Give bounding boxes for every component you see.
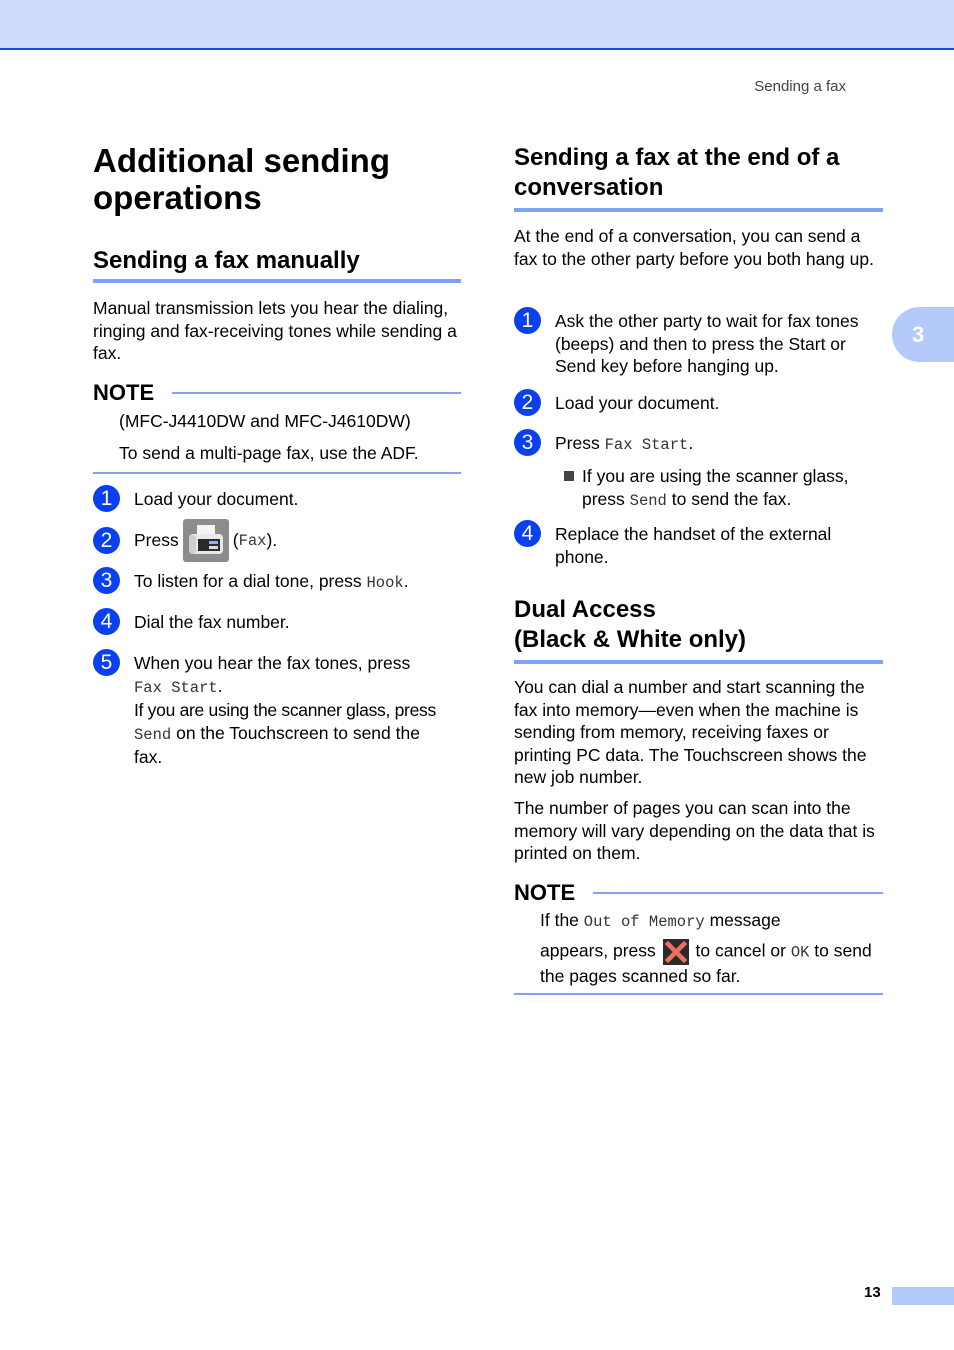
step-3-sub-bullet: If you are using the scanner glass, pres… (564, 465, 884, 512)
step-number-badge: 1 (93, 485, 120, 512)
bullet-square-icon (564, 471, 574, 481)
step-number-badge: 2 (93, 527, 120, 554)
step-4: 4 Dial the fax number. (93, 608, 290, 635)
running-head: Sending a fax (754, 78, 846, 95)
note-line: appears, press to cancel or OK to send (540, 938, 883, 965)
section-rule (93, 279, 461, 283)
note-line: If the Out of Memory message (540, 910, 781, 931)
dual-access-paragraph: You can dial a number and start scanning… (514, 677, 867, 787)
section-intro: At the end of a conversation, you can se… (514, 226, 874, 269)
note-bottom-rule (93, 472, 461, 474)
note-bottom-rule (514, 993, 883, 995)
step-number-badge: 1 (514, 307, 541, 334)
step-4: 4 Replace the handset of the external ph… (514, 520, 883, 568)
note-rule (593, 892, 883, 894)
note-box: NOTE If the Out of Memory message appear… (514, 880, 883, 987)
step-1: 1 Load your document. (93, 485, 298, 512)
section-intro: Manual transmission lets you hear the di… (93, 298, 457, 363)
header-band (0, 0, 954, 50)
note-title: NOTE (93, 380, 155, 405)
section-title-dual-access: Dual Access (Black & White only) (514, 596, 747, 653)
step-2: 2 Press (Fax). (93, 519, 277, 562)
note-rule (172, 392, 461, 394)
step-number-badge: 3 (514, 429, 541, 456)
page-number: 13 (864, 1284, 881, 1301)
chapter-number: 3 (912, 321, 925, 347)
chapter-tab: 3 (892, 307, 954, 362)
step-2: 2 Load your document. (514, 389, 719, 416)
note-line: (MFC-J4410DW and MFC-J4610DW) (119, 411, 411, 431)
cancel-x-icon[interactable] (662, 938, 689, 965)
section-title-end-of-conversation: Sending a fax at the end of a conversati… (514, 144, 840, 201)
step-1: 1 Ask the other party to wait for fax to… (514, 307, 883, 378)
note-line: the pages scanned so far. (540, 965, 741, 986)
step-3: 3 Press Fax Start. (514, 429, 693, 457)
note-box: NOTE (MFC-J4410DW and MFC-J4610DW) To se… (93, 380, 461, 464)
dual-access-paragraph: The number of pages you can scan into th… (514, 798, 875, 863)
step-number-badge: 5 (93, 649, 120, 676)
section-title-manual: Sending a fax manually (93, 247, 360, 274)
page-number-bar (892, 1287, 954, 1305)
step-3: 3 To listen for a dial tone, press Hook. (93, 567, 409, 595)
note-title: NOTE (514, 880, 576, 905)
fax-icon[interactable] (182, 519, 229, 562)
note-line: To send a multi-page fax, use the ADF. (119, 442, 419, 463)
section-rule (514, 660, 883, 664)
step-5: 5 When you hear the fax tones, press Fax… (93, 649, 461, 769)
step-number-badge: 4 (93, 608, 120, 635)
step-number-badge: 2 (514, 389, 541, 416)
section-rule (514, 208, 883, 212)
page-title: Additional sending operations (93, 142, 390, 216)
step-number-badge: 4 (514, 520, 541, 547)
step-number-badge: 3 (93, 567, 120, 594)
